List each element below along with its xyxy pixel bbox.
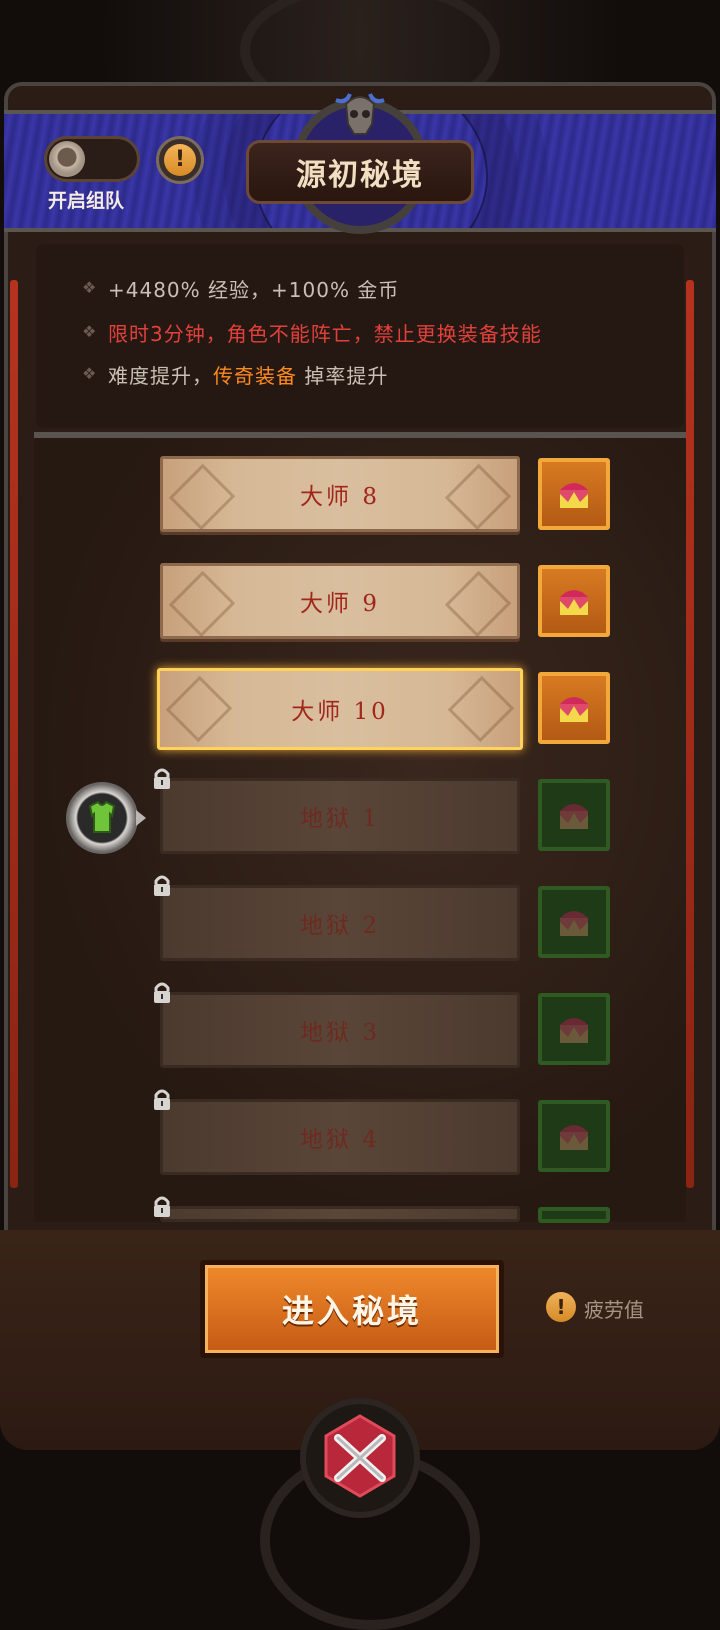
reward-text: +4480% 经验，+100% 金币 xyxy=(108,274,399,303)
skull-icon xyxy=(335,93,385,135)
level-label: 大师 9 xyxy=(300,591,380,617)
lock-icon xyxy=(154,768,170,789)
drop-rate-suffix: 掉率提升 xyxy=(297,364,389,388)
rule-text-content: 限时3分钟，角色不能阵亡，禁止更换装备技能 xyxy=(108,322,542,346)
chest-icon xyxy=(560,911,588,936)
locked-chest-button[interactable] xyxy=(538,779,610,851)
level-label: 地狱 3 xyxy=(300,1020,380,1046)
locked-chest-button[interactable] xyxy=(538,886,610,958)
lock-icon xyxy=(154,1089,170,1110)
level-label: 大师 10 xyxy=(291,699,389,725)
chest-icon xyxy=(560,590,588,615)
enter-dungeon-button[interactable]: 进入秘境 xyxy=(200,1260,504,1358)
drop-rate-text: 难度提升，传奇装备 掉率提升 xyxy=(108,360,388,389)
level-label: 地狱 1 xyxy=(300,806,380,832)
left-side-bar xyxy=(10,280,18,1188)
info-button[interactable]: ! xyxy=(156,136,204,184)
knot-decoration xyxy=(444,463,512,531)
level-row-hell-3[interactable]: 地狱 3 xyxy=(160,992,520,1068)
level-row-partial[interactable] xyxy=(160,1206,520,1222)
fatigue-label[interactable]: 疲劳值 xyxy=(584,1294,644,1323)
knot-decoration xyxy=(444,570,512,638)
bullet-icon: ❖ xyxy=(82,278,97,297)
level-row-master-8[interactable]: 大师 8 xyxy=(160,456,520,532)
reward-chest-button[interactable] xyxy=(538,672,610,744)
chest-icon xyxy=(560,1125,588,1150)
info-icon: ! xyxy=(164,144,196,176)
level-row-hell-1[interactable]: 地狱 1 xyxy=(160,778,520,854)
level-row-hell-4[interactable]: 地狱 4 xyxy=(160,1099,520,1175)
lock-icon xyxy=(154,1196,170,1217)
level-row-master-10[interactable]: 大师 10 xyxy=(157,668,523,750)
locked-chest-button[interactable] xyxy=(538,993,610,1065)
legendary-gear-highlight: 传奇装备 xyxy=(213,364,297,388)
close-button[interactable] xyxy=(300,1398,420,1518)
lock-icon xyxy=(154,875,170,896)
lock-icon xyxy=(154,982,170,1003)
armor-icon xyxy=(88,800,116,833)
knot-decoration xyxy=(165,675,233,743)
fatigue-info-icon[interactable]: ! xyxy=(546,1292,576,1322)
level-row-master-9[interactable]: 大师 9 xyxy=(160,563,520,639)
level-label: 地狱 4 xyxy=(300,1127,380,1153)
chest-icon xyxy=(560,697,588,722)
drop-rate-prefix: 难度提升， xyxy=(108,364,213,388)
reward-text-content: +4480% 经验，+100% 金币 xyxy=(108,278,400,302)
current-progress-marker[interactable] xyxy=(66,782,138,854)
chest-icon xyxy=(560,483,588,508)
chest-icon xyxy=(560,804,588,829)
rule-text: 限时3分钟，角色不能阵亡，禁止更换装备技能 xyxy=(108,318,542,347)
team-toggle[interactable] xyxy=(44,136,140,182)
bullet-icon: ❖ xyxy=(82,322,97,341)
level-label: 大师 8 xyxy=(300,484,380,510)
level-label: 地狱 2 xyxy=(300,913,380,939)
team-toggle-label: 开启组队 xyxy=(48,190,125,212)
reward-chest-button[interactable] xyxy=(538,565,610,637)
close-icon xyxy=(324,1414,396,1498)
knot-decoration xyxy=(168,463,236,531)
locked-chest-button[interactable] xyxy=(538,1207,610,1223)
knot-decoration xyxy=(168,570,236,638)
level-row-hell-2[interactable]: 地狱 2 xyxy=(160,885,520,961)
marker-pointer xyxy=(136,810,146,826)
locked-chest-button[interactable] xyxy=(538,1100,610,1172)
bullet-icon: ❖ xyxy=(82,364,97,383)
reward-chest-button[interactable] xyxy=(538,458,610,530)
page-title: 源初秘境 xyxy=(246,140,474,204)
right-side-bar xyxy=(686,280,694,1188)
toggle-knob-icon xyxy=(49,141,85,177)
knot-decoration xyxy=(447,675,515,743)
chest-icon xyxy=(560,1018,588,1043)
